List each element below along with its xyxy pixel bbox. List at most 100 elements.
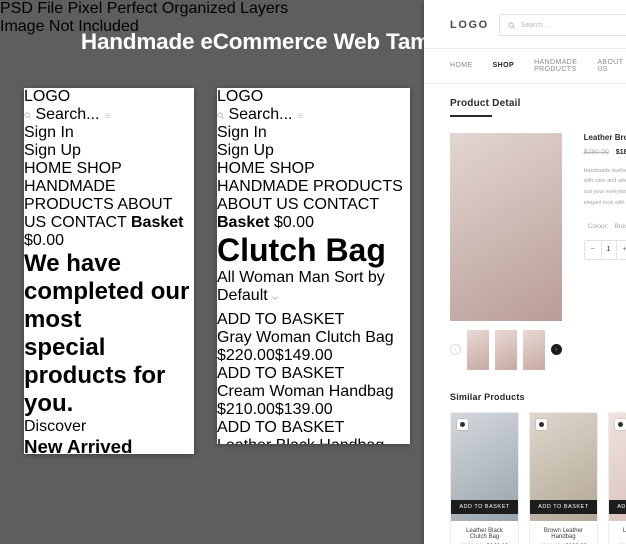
product-image[interactable]: ADD TO BASKET — [608, 412, 626, 521]
colour-value: Brown — [614, 222, 626, 230]
product-meta: Leather Brown Handbag$240.00$159.00 — [609, 521, 626, 544]
filter-all[interactable]: All — [217, 269, 235, 286]
logo[interactable]: LOGO — [217, 88, 410, 106]
product-image[interactable]: ADD TO BASKET — [451, 412, 518, 521]
cart-total: $0.00 — [273, 214, 314, 231]
current-price: $139.00 — [274, 401, 333, 418]
add-to-basket-button[interactable]: ADD TO BASKET — [529, 499, 597, 514]
hero-discover-button[interactable]: Discover — [24, 418, 86, 435]
nav-item-shop[interactable]: SHOP — [76, 160, 121, 177]
mockup-category-page[interactable]: LOGO Search... Sign In Sign Up HOME SHOP — [217, 88, 410, 444]
nav-item-shop[interactable]: SHOP — [493, 62, 514, 69]
filter-man[interactable]: Man — [299, 269, 330, 286]
product-meta: Leather Black Handbag$180.00$119.00 — [217, 437, 410, 444]
product-image[interactable]: ADD TO BASKET — [217, 419, 410, 437]
sign-in-label: Sign In — [24, 124, 74, 141]
nav-item-handmade-products[interactable]: HANDMADE PRODUCTS — [217, 178, 403, 195]
nav-item-shop[interactable]: SHOP — [269, 160, 314, 177]
cart-total: $0.00 — [24, 232, 65, 249]
cart-label: Basket — [131, 214, 184, 231]
wishlist-icon[interactable] — [614, 418, 626, 430]
product-main-image[interactable] — [450, 132, 562, 321]
thumbnail-2[interactable] — [494, 329, 517, 370]
nav-item-home[interactable]: HOME — [24, 160, 72, 177]
sign-up-button[interactable]: Sign Up — [24, 142, 194, 160]
quantity-increase-button[interactable]: + — [617, 241, 626, 259]
mockup-product-detail-page[interactable]: LOGO Search... Sign In Sign Up HOME SHOP — [424, 0, 626, 544]
sign-in-button[interactable]: Sign In — [217, 124, 410, 142]
add-to-basket-button[interactable]: ADD TO BASKET — [217, 311, 344, 328]
add-to-basket-button[interactable]: ADD TO BASKET — [608, 499, 626, 514]
old-price: $280.00 — [583, 148, 609, 156]
search-placeholder: Search... — [35, 106, 100, 123]
cart-text: Basket $0.00 — [217, 214, 314, 231]
search-input[interactable]: Search... — [217, 106, 410, 124]
thumbnail-strip: ‹ › — [450, 329, 562, 370]
category-header: Clutch Bag — [217, 232, 410, 269]
nav-item-contact[interactable]: CONTACT — [51, 214, 127, 231]
product-name: Leather Brown Clutch Bag — [583, 132, 626, 142]
category-title: Clutch Bag — [217, 232, 386, 268]
current-price: $149.00 — [274, 347, 333, 364]
quantity-stepper[interactable]: − 1 + — [583, 239, 626, 260]
detail-header: Product Detail — [424, 84, 626, 117]
product-card[interactable]: ADD TO BASKET Gray Woman Clutch Bag $220.0… — [217, 311, 410, 365]
quantity-decrease-button[interactable]: − — [585, 241, 601, 259]
old-price: $220.00 — [217, 347, 275, 364]
product-card[interactable]: ADD TO BASKET Brown Leather Handbag$210.0… — [528, 411, 598, 544]
filter-bar: All Woman Man Sort by Default — [217, 269, 410, 305]
gallery-prev-button[interactable]: ‹ — [450, 344, 461, 356]
category-grid-wrap: ADD TO BASKET Gray Woman Clutch Bag $220.0… — [217, 305, 410, 444]
add-to-basket-button[interactable]: ADD TO BASKET — [217, 419, 344, 436]
thumbnail-1[interactable] — [467, 329, 489, 370]
logo[interactable]: LOGO — [24, 88, 194, 106]
nav-item-home[interactable]: HOME — [217, 160, 265, 177]
nav-item-home[interactable]: HOME — [450, 62, 473, 69]
product-image[interactable]: ADD TO BASKET — [217, 311, 410, 329]
thumbnail-3[interactable] — [522, 329, 545, 370]
site-header: LOGO Search... Sign In Sign Up — [24, 88, 194, 160]
product-card[interactable]: ADD TO BASKETLeather Black Handbag$180.0… — [217, 419, 410, 444]
nav-item-handmade-products[interactable]: HANDMADE PRODUCTS — [24, 178, 116, 213]
hero-caption: We have completed our most special produ… — [24, 250, 194, 436]
nav-item-about-us[interactable]: ABOUT US — [217, 196, 299, 213]
nav-item-handmade-products[interactable]: HANDMADE PRODUCTS — [534, 59, 577, 73]
product-card[interactable]: ADD TO BASKET Leather Black Clutch Bag$22… — [450, 411, 519, 544]
detail-title: Product Detail — [450, 97, 521, 109]
gallery-next-button[interactable]: › — [550, 344, 562, 356]
product-gallery: ‹ › — [450, 132, 562, 370]
search-input[interactable]: Search... — [24, 106, 194, 124]
product-meta: Cream Woman Handbag $210.00$139.00 — [217, 383, 410, 419]
product-image[interactable]: ADD TO BASKET — [529, 412, 597, 521]
product-name: Gray Woman Clutch Bag — [217, 329, 394, 346]
wishlist-icon[interactable] — [457, 418, 468, 430]
product-description: Handmade leather clutch bag produced wit… — [583, 167, 626, 206]
home-page: LOGO Search... Sign In Sign Up HOME SHOP — [24, 88, 194, 454]
quantity-value: 1 — [600, 240, 617, 259]
search-input[interactable]: Search... — [498, 14, 626, 36]
colour-row: Colour: Brown — [584, 223, 626, 230]
product-meta: Brown Leather Handbag$210.00$139.00 — [530, 521, 597, 544]
filter-icon[interactable] — [104, 112, 111, 119]
sign-in-button[interactable]: Sign In — [24, 124, 194, 142]
product-name: Brown Leather Handbag — [543, 527, 583, 540]
wishlist-icon[interactable] — [535, 418, 547, 430]
add-to-basket-button[interactable]: ADD TO BASKET — [451, 499, 518, 514]
logo[interactable]: LOGO — [450, 19, 489, 31]
product-card[interactable]: ADD TO BASKET Cream Woman Handbag $210.00$… — [217, 365, 410, 419]
add-to-basket-button[interactable]: ADD TO BASKET — [217, 365, 344, 382]
product-image[interactable]: ADD TO BASKET — [217, 365, 410, 383]
filter-woman[interactable]: Woman — [239, 269, 294, 286]
product-name: Leather Black Clutch Bag — [466, 527, 503, 540]
poster-stage: Handmade eCommerce Web Tamplate UI Kit L… — [0, 0, 626, 544]
site-header: LOGO Search... Sign In Sign Up — [424, 0, 626, 49]
nav-item-contact[interactable]: CONTACT — [303, 196, 379, 213]
product-meta: Leather Black Clutch Bag$220.00$149.00 — [451, 521, 518, 544]
sign-up-button[interactable]: Sign Up — [217, 142, 410, 160]
mockup-home-page[interactable]: LOGO Search... Sign In Sign Up HOME SHOP — [24, 88, 194, 454]
cart-button[interactable]: Basket $0.00 — [217, 214, 314, 231]
filter-icon[interactable] — [297, 112, 304, 119]
search-placeholder: Search... — [520, 21, 549, 29]
product-card[interactable]: ADD TO BASKET Leather Brown Handbag$240.0… — [607, 411, 626, 544]
nav-item-about-us[interactable]: ABOUT US — [597, 59, 623, 73]
